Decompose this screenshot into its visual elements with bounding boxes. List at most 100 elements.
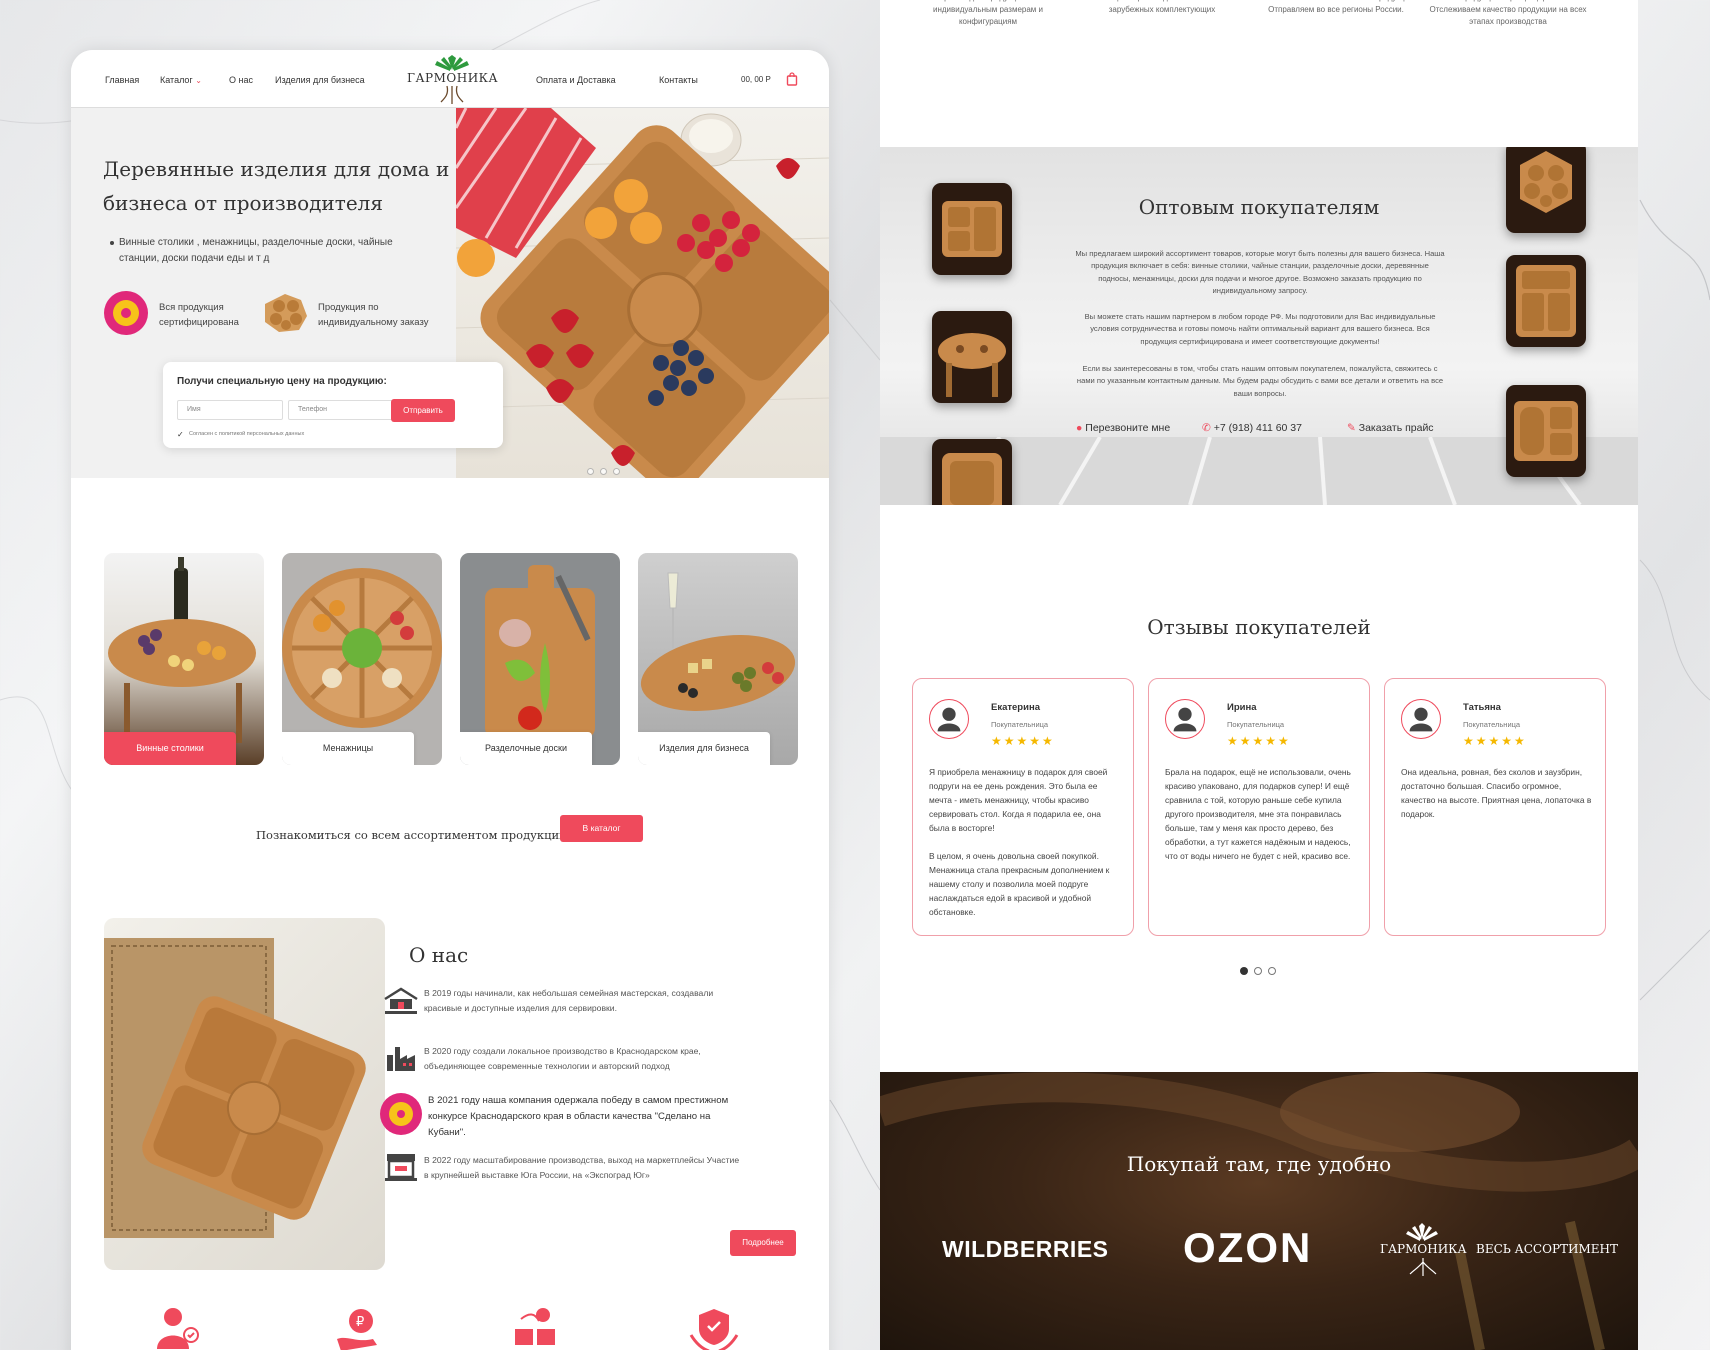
- checkmark-icon[interactable]: ✓: [177, 430, 184, 439]
- review-card: Екатерина Покупательница ★★★★★ Я приобре…: [912, 678, 1134, 936]
- category-label[interactable]: Изделия для бизнеса: [638, 732, 770, 765]
- avatar-icon: [929, 699, 969, 739]
- reviews-slider-dots[interactable]: [1240, 967, 1276, 975]
- hero-title: Деревянные изделия для дома и бизнеса от…: [103, 157, 450, 215]
- quality-seal-icon: [104, 291, 148, 335]
- category-card-cutting-boards[interactable]: Разделочные доски: [460, 553, 620, 765]
- category-label[interactable]: Винные столики: [104, 732, 236, 765]
- nav-contacts[interactable]: Контакты: [659, 75, 698, 85]
- reviewer-name: Ирина: [1227, 702, 1257, 713]
- main-page: Главная Каталог ⌄ О нас Изделия для бизн…: [71, 50, 829, 1350]
- wholesale-title: Оптовым покупателям: [1138, 195, 1380, 219]
- pencil-icon: ✎: [1347, 422, 1356, 434]
- category-label[interactable]: Менажницы: [282, 732, 414, 765]
- reviewer-role: Покупательница: [991, 720, 1049, 729]
- consent-text: Согласен с политикой персональных данных: [189, 431, 305, 437]
- nav-delivery[interactable]: Оплата и Доставка: [536, 75, 616, 85]
- slide-dot[interactable]: [613, 468, 620, 475]
- catalog-button[interactable]: В каталог: [560, 815, 643, 842]
- nav-business[interactable]: Изделия для бизнеса: [275, 75, 365, 85]
- shield-icon: [689, 1309, 739, 1350]
- brand-name: ГАРМОНИКА: [1380, 1242, 1467, 1256]
- reviewer-name: Екатерина: [991, 702, 1040, 713]
- slide-dot[interactable]: [1268, 967, 1276, 975]
- ozon-logo[interactable]: OZON: [1183, 1224, 1312, 1272]
- category-card-wine-tables[interactable]: Винные столики: [104, 553, 264, 765]
- callback-link[interactable]: ● Перезвоните мне: [1076, 422, 1170, 434]
- slide-dot[interactable]: [587, 468, 594, 475]
- person-icon: ●: [1076, 422, 1083, 434]
- wholesale-reviews-page: Производим продукцию по индивидуальным р…: [880, 0, 1638, 1350]
- wholesale-thumb: [932, 439, 1012, 505]
- site-logo[interactable]: ГАРМОНИКА: [407, 52, 499, 106]
- review-text: Я приобрела менажницу в подарок для свое…: [929, 767, 1110, 917]
- brand-store-link[interactable]: ГАРМОНИКА ВЕСЬ АССОРТИМЕНТ: [1380, 1222, 1618, 1282]
- review-card: Ирина Покупательница ★★★★★ Брала на пода…: [1148, 678, 1370, 936]
- roots-icon: [1409, 1258, 1437, 1276]
- wholesale-thumb: [932, 311, 1012, 403]
- phone-icon: ✆: [1202, 422, 1211, 434]
- badge-custom: Продукция по индивидуальному заказу: [318, 302, 429, 328]
- category-card-business[interactable]: Изделия для бизнеса: [638, 553, 798, 765]
- form-title: Получи специальную цену на продукцию:: [177, 376, 387, 387]
- wildberries-logo[interactable]: WILDBERRIES: [942, 1236, 1109, 1263]
- svg-text:₽: ₽: [356, 1315, 364, 1330]
- star-rating: ★★★★★: [1463, 734, 1527, 748]
- wholesale-paragraph-1: Мы предлагаем широкий ассортимент товаро…: [1075, 249, 1445, 295]
- slide-dot[interactable]: [600, 468, 607, 475]
- about-item-2022: В 2022 году масштабирование производства…: [424, 1155, 740, 1180]
- wholesale-paragraph-3: Если вы заинтересованы в том, чтобы стат…: [1076, 364, 1444, 398]
- cart-icon[interactable]: [786, 72, 798, 86]
- phone-link[interactable]: ✆ +7 (918) 411 60 37: [1202, 422, 1302, 434]
- catalog-cta-text: Познакомиться со всем ассортиментом прод…: [256, 828, 567, 842]
- chevron-down-icon: ⌄: [195, 76, 202, 85]
- about-title: О нас: [409, 943, 469, 967]
- category-card-platters[interactable]: Менажницы: [282, 553, 442, 765]
- more-button[interactable]: Подробнее: [730, 1230, 796, 1256]
- avatar-icon: [1165, 699, 1205, 739]
- slide-dot[interactable]: [1240, 967, 1248, 975]
- nav-catalog-label: Каталог: [160, 75, 193, 85]
- about-item-2019: В 2019 годы начинали, как небольшая семе…: [424, 988, 714, 1013]
- marketplaces-title: Покупай там, где удобно: [1126, 1152, 1392, 1176]
- award-seal-icon: [380, 1093, 422, 1135]
- storefront-icon: [385, 1154, 417, 1181]
- cart-total: 00, 00 Р: [741, 75, 771, 84]
- phone-number: +7 (918) 411 60 37: [1213, 422, 1302, 434]
- reviewer-role: Покупательница: [1463, 720, 1521, 729]
- price-link[interactable]: ✎ Заказать прайс: [1347, 422, 1434, 434]
- delivery-icon: [515, 1308, 555, 1345]
- badge-certified: Вся продукция сертифицирована: [159, 302, 239, 328]
- price-request-form: Получи специальную цену на продукцию: Им…: [163, 362, 503, 448]
- workshop-icon: [384, 987, 418, 1014]
- wholesale-paragraph-2: Вы можете стать нашим партнером в любом …: [1084, 312, 1436, 346]
- review-card: Татьяна Покупательница ★★★★★ Она идеальн…: [1384, 678, 1606, 936]
- marketplaces-section: Покупай там, где удобно WILDBERRIES OZON…: [880, 1072, 1638, 1350]
- logo-text: ГАРМОНИКА: [407, 71, 499, 85]
- factory-icon: [387, 1047, 415, 1071]
- phone-input[interactable]: Телефон: [288, 400, 394, 420]
- star-rating: ★★★★★: [1227, 734, 1291, 748]
- submit-button[interactable]: Отправить: [391, 399, 455, 422]
- reviewer-role: Покупательница: [1227, 720, 1285, 729]
- reviews-title: Отзывы покупателей: [1147, 615, 1371, 639]
- manager-icon: [157, 1308, 199, 1349]
- payment-icon: ₽: [337, 1309, 377, 1350]
- feature-any-volume: Работаем с любыми объемами продукции. От…: [1256, 0, 1415, 14]
- hero-slider-dots[interactable]: [587, 468, 620, 475]
- nav-catalog[interactable]: Каталог ⌄: [160, 75, 202, 85]
- site-header: Главная Каталог ⌄ О нас Изделия для бизн…: [71, 50, 829, 108]
- review-text: Она идеальна, ровная, без сколов и заузб…: [1401, 767, 1592, 819]
- star-rating: ★★★★★: [991, 734, 1055, 748]
- feature-full-cycle: Полный цикл производства. Не зависим от …: [1082, 0, 1242, 14]
- nav-about[interactable]: О нас: [229, 75, 253, 85]
- name-input[interactable]: Имя: [177, 400, 283, 420]
- feature-custom-sizes: Производим продукцию по индивидуальным р…: [932, 0, 1043, 26]
- slide-dot[interactable]: [1254, 967, 1262, 975]
- feature-certified: Вся продукция сертифицирована. Отслежива…: [1429, 0, 1587, 26]
- category-label[interactable]: Разделочные доски: [460, 732, 592, 765]
- nav-home[interactable]: Главная: [105, 75, 139, 85]
- logo-icon: [1406, 1223, 1438, 1241]
- about-image: [104, 918, 385, 1270]
- wholesale-thumb: [1506, 255, 1586, 347]
